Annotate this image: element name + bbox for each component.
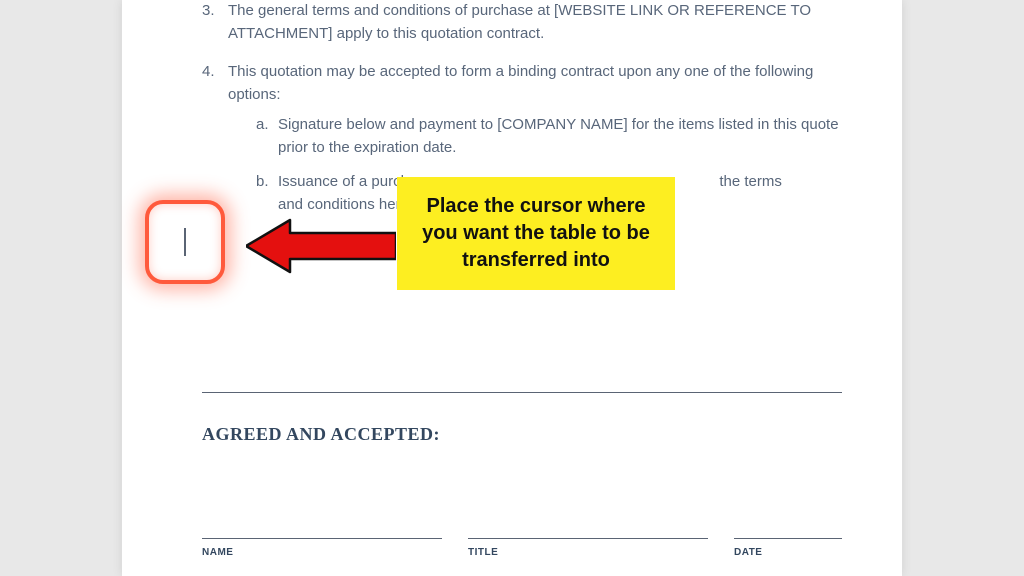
list-item-3: 3. The general terms and conditions of p… <box>202 0 842 45</box>
item4-text: This quotation may be accepted to form a… <box>228 61 842 106</box>
agreed-heading: AGREED AND ACCEPTED: <box>202 421 842 448</box>
signature-name[interactable]: NAME <box>202 538 442 560</box>
signature-date[interactable]: DATE <box>734 538 842 560</box>
signature-label: DATE <box>734 545 842 560</box>
signature-label: NAME <box>202 545 442 560</box>
section-divider <box>202 392 842 393</box>
sub-label: b. <box>256 171 278 194</box>
sub-b-suffix-1: the terms <box>719 173 782 190</box>
signature-line <box>468 538 708 539</box>
signature-row: NAME TITLE DATE <box>202 538 842 560</box>
signature-line <box>202 538 442 539</box>
sub-label: a. <box>256 114 278 137</box>
text-cursor-icon <box>184 228 186 256</box>
sub-text: Signature below and payment to [COMPANY … <box>278 114 842 159</box>
instruction-callout: Place the cursor where you want the tabl… <box>397 177 675 290</box>
sub-item-a: a. Signature below and payment to [COMPA… <box>256 114 842 159</box>
signature-title[interactable]: TITLE <box>468 538 708 560</box>
cursor-highlight-box <box>145 200 225 284</box>
list-text: The general terms and conditions of purc… <box>228 0 842 45</box>
signature-line <box>734 538 842 539</box>
list-number: 4. <box>202 61 228 84</box>
list-number: 3. <box>202 0 228 23</box>
signature-label: TITLE <box>468 545 708 560</box>
